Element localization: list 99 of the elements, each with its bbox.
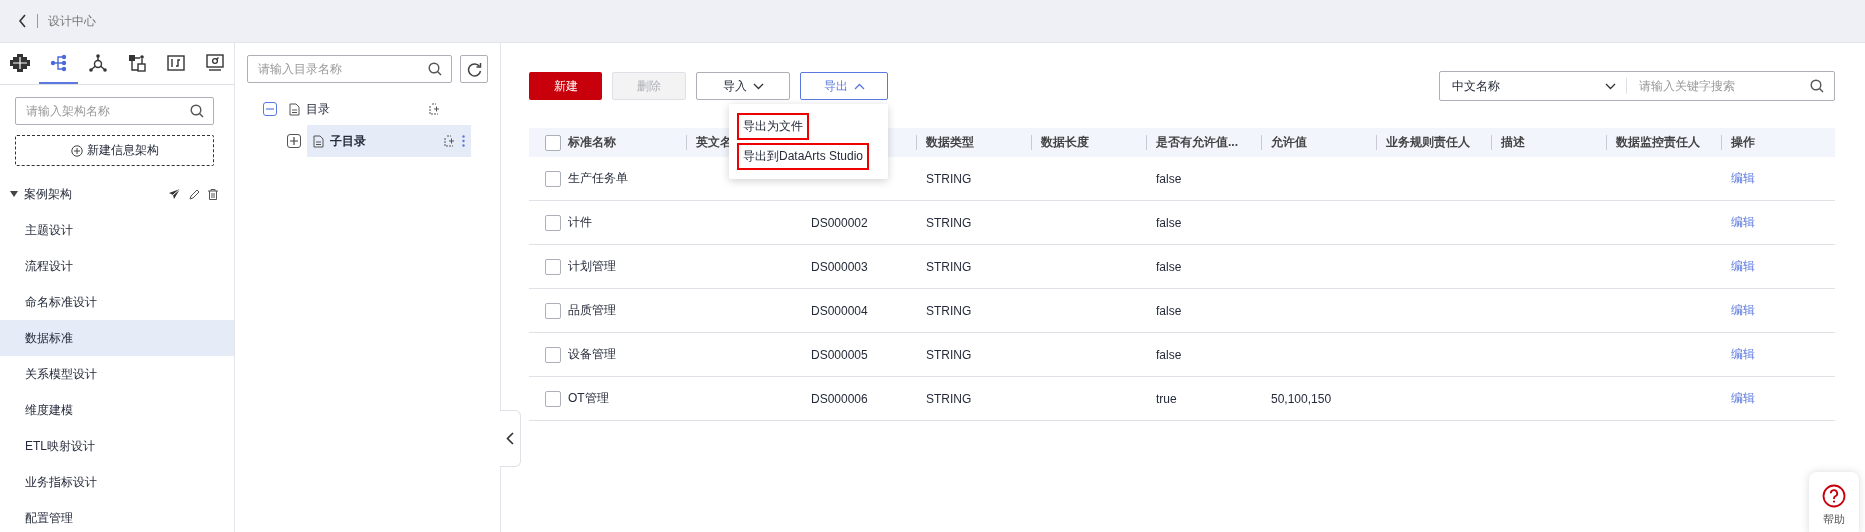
document-icon — [289, 102, 300, 116]
nav-item[interactable]: 流程设计 — [0, 248, 234, 284]
document-icon — [313, 134, 324, 148]
column-header: 操作 — [1731, 134, 1755, 151]
checkbox[interactable] — [545, 258, 561, 275]
menu-item[interactable]: 导出为文件 — [737, 113, 809, 140]
page-title: 设计中心 — [48, 12, 96, 30]
caret-icon[interactable] — [10, 191, 18, 197]
table-cell: DS000004 — [811, 303, 868, 318]
help-icon — [1822, 483, 1846, 508]
table-cell: false — [1156, 171, 1182, 186]
collapse-icon[interactable] — [263, 102, 277, 116]
book-icon — [166, 53, 185, 72]
edit-link[interactable]: 编辑 — [1731, 258, 1755, 275]
search-icon[interactable] — [1810, 79, 1824, 93]
table-cell: STRING — [926, 215, 972, 230]
column-header: 业务规则责任人 — [1386, 134, 1470, 151]
search-field[interactable]: 请输入目录名称 — [247, 55, 452, 83]
column-header: 数据类型 — [926, 134, 974, 151]
edit-icon[interactable] — [189, 188, 200, 200]
refresh-icon — [466, 61, 482, 77]
search-icon — [428, 62, 442, 76]
table-cell: DS000003 — [811, 259, 868, 274]
back-icon[interactable] — [18, 14, 27, 28]
help-button[interactable]: 帮助 — [1809, 472, 1859, 532]
new-architecture-button[interactable]: 新建信息架构 — [15, 135, 214, 166]
table-cell: 设备管理 — [568, 346, 616, 363]
folder-item[interactable]: 子目录 — [307, 125, 471, 157]
nav-item[interactable]: 关系模型设计 — [0, 356, 234, 392]
search-field[interactable]: 请输入架构名称 — [15, 97, 214, 125]
hub-icon — [88, 53, 107, 72]
add-folder-icon[interactable] — [429, 103, 441, 115]
table-cell: STRING — [926, 303, 972, 318]
table-cell: DS000005 — [811, 347, 868, 362]
field-select[interactable]: 中文名称 — [1452, 77, 1626, 95]
table-cell: false — [1156, 259, 1182, 274]
column-header: 标准名称 — [568, 134, 616, 151]
checkbox[interactable] — [545, 214, 561, 231]
chevron-icon — [853, 82, 865, 90]
table-cell: false — [1156, 347, 1182, 362]
chevron-down-icon — [1605, 82, 1616, 90]
chevron-left-icon — [506, 432, 514, 445]
nav-item[interactable]: 业务指标设计 — [0, 464, 234, 500]
edit-link[interactable]: 编辑 — [1731, 346, 1755, 363]
table-cell: true — [1156, 391, 1177, 406]
table-cell: 计件 — [568, 214, 592, 231]
plus-circle-icon — [70, 144, 83, 157]
column-header: 数据监控责任人 — [1616, 134, 1700, 151]
checkbox[interactable] — [545, 390, 561, 407]
refresh-button[interactable] — [460, 55, 488, 83]
table-cell: 生产任务单 — [568, 170, 628, 187]
table-cell: STRING — [926, 171, 972, 186]
chevron-icon — [752, 82, 764, 90]
checkbox[interactable] — [545, 170, 561, 187]
checkbox[interactable] — [545, 134, 561, 151]
column-header: 允许值 — [1271, 134, 1307, 151]
column-header: 描述 — [1501, 134, 1525, 151]
send-icon[interactable] — [168, 188, 181, 200]
nav-item[interactable]: 主题设计 — [0, 212, 234, 248]
nav-item[interactable]: 配置管理 — [0, 500, 234, 532]
new-button[interactable]: 新建 — [529, 72, 602, 100]
edit-link[interactable]: 编辑 — [1731, 390, 1755, 407]
edit-link[interactable]: 编辑 — [1731, 214, 1755, 231]
dropdown-button[interactable]: 导出 — [800, 72, 888, 100]
edit-link[interactable]: 编辑 — [1731, 302, 1755, 319]
table-cell: STRING — [926, 391, 972, 406]
column-header: 是否有允许值... — [1156, 134, 1238, 151]
search-icon — [190, 104, 204, 118]
checkbox[interactable] — [545, 302, 561, 319]
collapse-handle[interactable] — [500, 410, 521, 467]
table-cell: 计划管理 — [568, 258, 616, 275]
branch-icon — [49, 53, 68, 72]
table-cell: DS000002 — [811, 215, 868, 230]
grid-icon — [9, 53, 30, 72]
table-cell: false — [1156, 215, 1182, 230]
add-folder-icon[interactable] — [444, 135, 456, 147]
table-cell: OT管理 — [568, 390, 609, 407]
nav-item[interactable]: 命名标准设计 — [0, 284, 234, 320]
dropdown-button[interactable]: 导入 — [696, 72, 790, 100]
column-header: 数据长度 — [1041, 134, 1089, 151]
nav-item[interactable]: 维度建模 — [0, 392, 234, 428]
menu-item[interactable]: 导出到DataArts Studio — [737, 143, 870, 170]
table-cell: false — [1156, 303, 1182, 318]
expand-icon[interactable] — [287, 134, 301, 148]
nav-item[interactable]: 数据标准 — [0, 320, 234, 356]
table-cell: 50,100,150 — [1271, 391, 1332, 406]
monitor-icon — [205, 53, 224, 72]
edit-link[interactable]: 编辑 — [1731, 170, 1755, 187]
table-cell: STRING — [926, 259, 972, 274]
nav-item[interactable]: ETL映射设计 — [0, 428, 234, 464]
table-cell: STRING — [926, 347, 972, 362]
flowchart-icon — [127, 53, 146, 72]
folder-item[interactable]: 目录 — [283, 93, 447, 125]
architecture-name: 案例架构 — [24, 185, 73, 203]
checkbox[interactable] — [545, 346, 561, 363]
delete-icon[interactable] — [208, 188, 218, 200]
more-icon[interactable] — [462, 135, 465, 147]
table-cell: 品质管理 — [568, 302, 616, 319]
table-cell: DS000006 — [811, 391, 868, 406]
